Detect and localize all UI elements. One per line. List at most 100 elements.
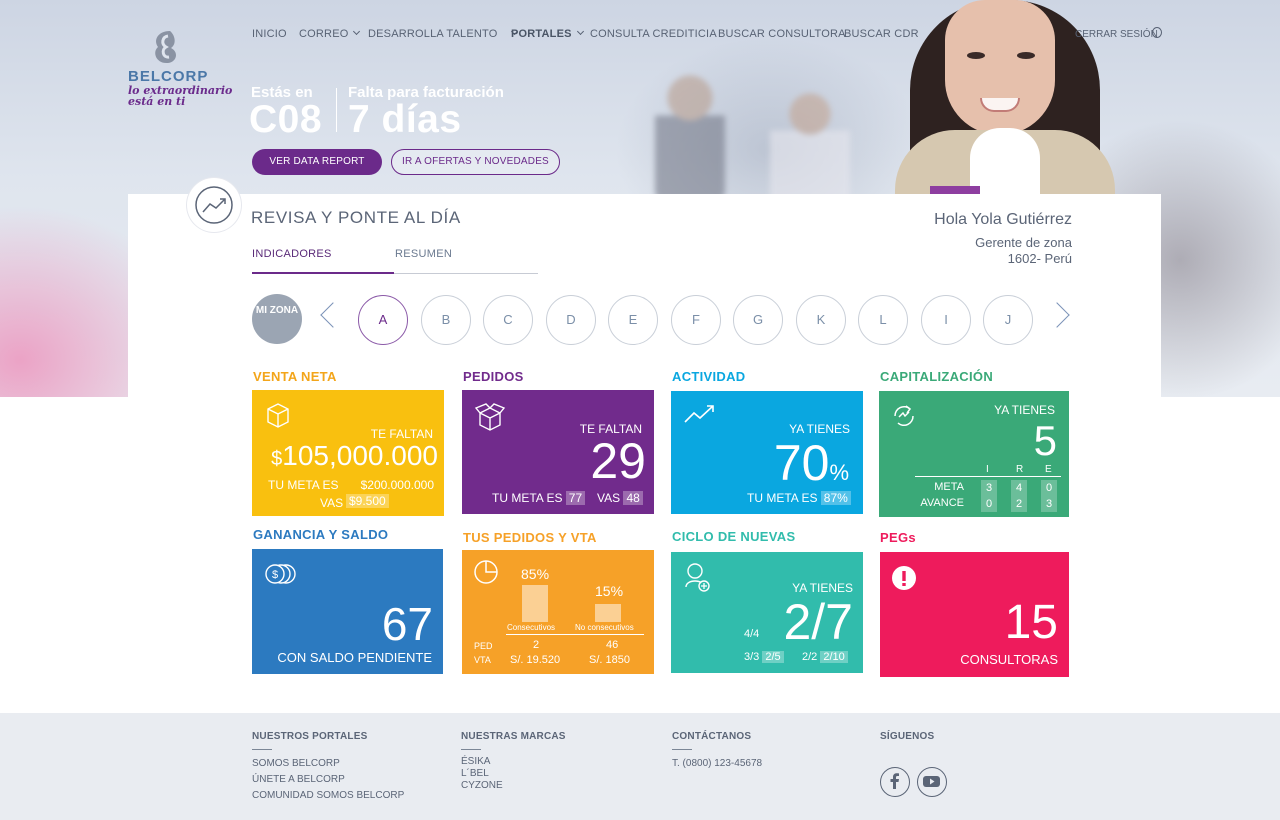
tile-pegs[interactable]: 15 CONSULTORAS	[880, 552, 1069, 677]
actividad-meta: TU META ES 87%	[747, 491, 851, 505]
user-role: Gerente de zona	[975, 235, 1072, 250]
tile-title-venta: VENTA NETA	[253, 369, 337, 384]
venta-vas-label: VAS	[320, 496, 344, 510]
brand-name: BELCORP	[128, 68, 209, 85]
zone-d[interactable]: D	[546, 295, 596, 345]
zone-i[interactable]: I	[921, 295, 971, 345]
trend-badge	[187, 178, 241, 232]
vta-label: VTA	[474, 655, 491, 665]
footer-link[interactable]: ÉSIKA	[461, 756, 566, 768]
venta-meta-value: $200.000.000	[360, 478, 434, 492]
cap-avance-r: 2	[1016, 498, 1023, 510]
data-report-button[interactable]: VER DATA REPORT	[252, 149, 382, 175]
cap-meta-label: META	[934, 481, 964, 493]
footer-link[interactable]: L´BEL	[461, 768, 566, 780]
bar-consecutivos	[522, 585, 548, 622]
footer-heading: CONTÁCTANOS	[672, 731, 752, 742]
nav-buscar-consultora[interactable]: BUSCAR CONSULTORA	[718, 28, 846, 40]
chevron-right-icon[interactable]	[1044, 302, 1070, 328]
tile-ganancia[interactable]: $ 67 CON SALDO PENDIENTE	[252, 549, 443, 674]
cap-avance-i: 0	[986, 498, 993, 510]
tile-title-pegs: PEGs	[880, 530, 916, 545]
cap-avance-e: 3	[1046, 498, 1053, 510]
zone-j[interactable]: J	[983, 295, 1033, 345]
tile-tus-pedidos[interactable]: 85% 15% Consecutivos No consecutivos PED…	[462, 550, 654, 674]
tile-venta-neta[interactable]: TE FALTAN $105,000.000 TU META ES $200.0…	[252, 390, 444, 516]
box-icon	[267, 403, 289, 428]
nav-consulta-crediticia[interactable]: CONSULTA CREDITICIA	[590, 28, 717, 40]
tile-title-pedidos: PEDIDOS	[463, 369, 524, 384]
cap-col-r: R	[1016, 464, 1024, 475]
zone-l[interactable]: L	[858, 295, 908, 345]
facebook-icon[interactable]	[880, 767, 910, 797]
nav-buscar-cdr[interactable]: BUSCAR CDR	[844, 28, 919, 40]
ped-value-2: 46	[606, 639, 619, 651]
ganancia-value: 67	[381, 598, 433, 650]
trend-up-icon	[684, 405, 714, 423]
chevron-left-icon[interactable]	[320, 302, 346, 328]
nav-desarrolla-talento[interactable]: DESARROLLA TALENTO	[368, 27, 518, 40]
cap-col-e: E	[1045, 464, 1052, 475]
footer-link[interactable]: CYZONE	[461, 780, 566, 792]
pegs-value: 15	[1004, 596, 1058, 649]
footer-link[interactable]: COMUNIDAD SOMOS BELCORP	[252, 788, 404, 804]
tile-ciclo-nuevas[interactable]: YA TIENES 2/7 4/4 3/3 2/5 2/2 2/10	[671, 552, 863, 673]
zone-k[interactable]: K	[796, 295, 846, 345]
zone-filter: MI ZONA A B C D E F G K L I J	[252, 294, 1072, 346]
bar-no-consecutivos	[595, 604, 621, 622]
cap-avance-label: AVANCE	[920, 497, 964, 509]
nav-inicio[interactable]: INICIO	[252, 28, 287, 40]
tile-title-actividad: ACTIVIDAD	[672, 369, 746, 384]
tile-pedidos[interactable]: TE FALTAN 29 TU META ES 77 VAS 48	[462, 390, 654, 514]
footer-portales: NUESTROS PORTALES SOMOS BELCORP ÚNETE A …	[252, 731, 404, 804]
tile-title-capitalizacion: CAPITALIZACIÓN	[880, 369, 994, 384]
tab-indicadores[interactable]: INDICADORES	[252, 248, 394, 274]
pie-chart-icon	[474, 560, 498, 584]
logout-link[interactable]: CERRAR SESIÓN	[1075, 29, 1158, 40]
brand-tagline: lo extraordinario está en ti	[128, 84, 233, 108]
ciclo-stat-2: 3/3 2/5	[744, 651, 784, 663]
footer-divider	[252, 749, 272, 750]
footer-link[interactable]: ÚNETE A BELCORP	[252, 772, 404, 788]
capitalizacion-value: 5	[1033, 417, 1057, 464]
cap-meta-e: 0	[1046, 482, 1053, 494]
footer-phone[interactable]: T. (0800) 123-45678	[672, 756, 762, 772]
zone-c[interactable]: C	[483, 295, 533, 345]
bar2-percent: 15%	[595, 583, 624, 599]
belcorp-logo-icon	[155, 31, 177, 64]
new-consultant-icon	[685, 563, 710, 592]
tile-capitalizacion[interactable]: YA TIENES 5 I R E META AVANCE 3 4 0 0 2 …	[879, 391, 1069, 517]
cap-divider	[915, 476, 1061, 477]
bar1-percent: 85%	[521, 566, 550, 582]
bar-baseline	[506, 634, 644, 635]
offers-button[interactable]: IR A OFERTAS Y NOVEDADES	[391, 149, 560, 175]
nav-portales[interactable]: PORTALES	[511, 27, 584, 40]
campaign-divider	[336, 88, 337, 132]
my-zone-button[interactable]: MI ZONA	[252, 294, 302, 344]
ganancia-label: CON SALDO PENDIENTE	[277, 650, 432, 665]
vta-value-1: S/. 19.520	[510, 654, 561, 666]
page-title: REVISA Y PONTE AL DÍA	[251, 208, 461, 227]
footer: NUESTROS PORTALES SOMOS BELCORP ÚNETE A …	[0, 713, 1280, 820]
footer-link[interactable]: SOMOS BELCORP	[252, 756, 404, 772]
ciclo-stat-3: 2/2 2/10	[802, 651, 848, 663]
nav-correo[interactable]: CORREO	[299, 27, 361, 40]
zone-e[interactable]: E	[608, 295, 658, 345]
pedidos-vas: VAS 48	[597, 491, 643, 505]
pegs-label: CONSULTORAS	[960, 652, 1058, 667]
zone-g[interactable]: G	[733, 295, 783, 345]
power-icon[interactable]	[1152, 27, 1162, 38]
ped-value-1: 2	[533, 639, 540, 651]
footer-heading: SÍGUENOS	[880, 731, 935, 742]
tab-resumen[interactable]: RESUMEN	[395, 248, 452, 274]
zone-a[interactable]: A	[358, 295, 408, 345]
venta-label: TE FALTAN	[370, 427, 433, 441]
vta-value-2: S/. 1850	[589, 654, 630, 666]
youtube-icon[interactable]	[917, 767, 947, 797]
svg-text:$: $	[272, 569, 278, 581]
zone-f[interactable]: F	[671, 295, 721, 345]
cap-col-i: I	[986, 464, 989, 475]
zone-b[interactable]: B	[421, 295, 471, 345]
tile-actividad[interactable]: YA TIENES 70% TU META ES 87%	[671, 391, 863, 514]
footer-heading: NUESTRAS MARCAS	[461, 731, 566, 742]
